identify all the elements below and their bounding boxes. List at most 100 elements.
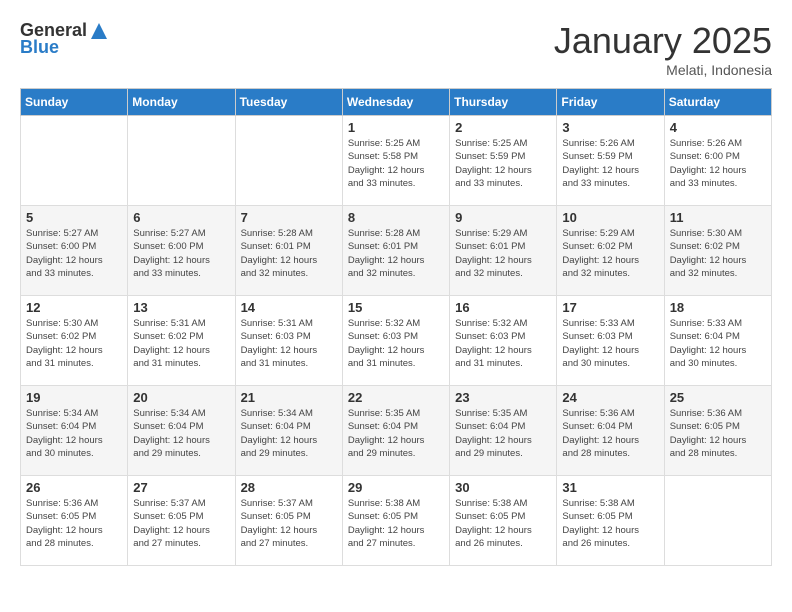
calendar-cell: 3 Sunrise: 5:26 AM Sunset: 5:59 PM Daylig…	[557, 116, 664, 206]
calendar-cell: 15 Sunrise: 5:32 AM Sunset: 6:03 PM Dayli…	[342, 296, 449, 386]
day-number: 15	[348, 300, 444, 315]
calendar-cell: 25Sunrise: 5:36 AM Sunset: 6:05 PM Dayli…	[664, 386, 771, 476]
day-number: 4	[670, 120, 766, 135]
calendar-cell: 1Sunrise: 5:25 AM Sunset: 5:58 PM Daylig…	[342, 116, 449, 206]
calendar-week-row: 1Sunrise: 5:25 AM Sunset: 5:58 PM Daylig…	[21, 116, 772, 206]
day-info: Sunrise: 5:28 AM Sunset: 6:01 PM Dayligh…	[348, 227, 444, 280]
day-info: Sunrise: 5:28 AM Sunset: 6:01 PM Dayligh…	[241, 227, 337, 280]
day-info: Sunrise: 5:32 AM Sunset: 6:03 PM Dayligh…	[348, 317, 444, 370]
day-number: 12	[26, 300, 122, 315]
weekday-header-thursday: Thursday	[450, 89, 557, 116]
calendar-cell: 29 Sunrise: 5:38 AM Sunset: 6:05 PM Dayli…	[342, 476, 449, 566]
day-number: 5	[26, 210, 122, 225]
calendar-cell: 13 Sunrise: 5:31 AM Sunset: 6:02 PM Dayli…	[128, 296, 235, 386]
page-header: General Blue January 2025 Melati, Indone…	[20, 20, 772, 78]
day-info: Sunrise: 5:38 AM Sunset: 6:05 PM Dayligh…	[455, 497, 551, 550]
day-info: Sunrise: 5:29 AM Sunset: 6:01 PM Dayligh…	[455, 227, 551, 280]
calendar-cell: 23 Sunrise: 5:35 AM Sunset: 6:04 PM Dayli…	[450, 386, 557, 476]
calendar-cell: 4 Sunrise: 5:26 AM Sunset: 6:00 PM Daylig…	[664, 116, 771, 206]
calendar-cell: 18Sunrise: 5:33 AM Sunset: 6:04 PM Dayli…	[664, 296, 771, 386]
calendar-cell	[21, 116, 128, 206]
day-info: Sunrise: 5:26 AM Sunset: 5:59 PM Dayligh…	[562, 137, 658, 190]
calendar-cell: 20 Sunrise: 5:34 AM Sunset: 6:04 PM Dayli…	[128, 386, 235, 476]
day-number: 18	[670, 300, 766, 315]
weekday-header-tuesday: Tuesday	[235, 89, 342, 116]
day-number: 6	[133, 210, 229, 225]
day-info: Sunrise: 5:31 AM Sunset: 6:03 PM Dayligh…	[241, 317, 337, 370]
day-info: Sunrise: 5:27 AM Sunset: 6:00 PM Dayligh…	[26, 227, 122, 280]
calendar-table: SundayMondayTuesdayWednesdayThursdayFrid…	[20, 88, 772, 566]
day-number: 9	[455, 210, 551, 225]
day-number: 2	[455, 120, 551, 135]
calendar-cell: 14 Sunrise: 5:31 AM Sunset: 6:03 PM Dayli…	[235, 296, 342, 386]
weekday-header-row: SundayMondayTuesdayWednesdayThursdayFrid…	[21, 89, 772, 116]
day-info: Sunrise: 5:27 AM Sunset: 6:00 PM Dayligh…	[133, 227, 229, 280]
day-info: Sunrise: 5:25 AM Sunset: 5:59 PM Dayligh…	[455, 137, 551, 190]
day-info: Sunrise: 5:30 AM Sunset: 6:02 PM Dayligh…	[26, 317, 122, 370]
calendar-cell: 30 Sunrise: 5:38 AM Sunset: 6:05 PM Dayli…	[450, 476, 557, 566]
day-info: Sunrise: 5:29 AM Sunset: 6:02 PM Dayligh…	[562, 227, 658, 280]
calendar-cell	[664, 476, 771, 566]
calendar-cell	[235, 116, 342, 206]
location-subtitle: Melati, Indonesia	[554, 62, 772, 78]
day-number: 10	[562, 210, 658, 225]
calendar-cell: 11Sunrise: 5:30 AM Sunset: 6:02 PM Dayli…	[664, 206, 771, 296]
day-info: Sunrise: 5:33 AM Sunset: 6:03 PM Dayligh…	[562, 317, 658, 370]
logo-icon	[89, 21, 109, 41]
weekday-header-sunday: Sunday	[21, 89, 128, 116]
calendar-cell: 28 Sunrise: 5:37 AM Sunset: 6:05 PM Dayli…	[235, 476, 342, 566]
day-number: 7	[241, 210, 337, 225]
calendar-cell: 8Sunrise: 5:28 AM Sunset: 6:01 PM Daylig…	[342, 206, 449, 296]
weekday-header-friday: Friday	[557, 89, 664, 116]
day-info: Sunrise: 5:31 AM Sunset: 6:02 PM Dayligh…	[133, 317, 229, 370]
day-number: 13	[133, 300, 229, 315]
day-info: Sunrise: 5:26 AM Sunset: 6:00 PM Dayligh…	[670, 137, 766, 190]
day-number: 1	[348, 120, 444, 135]
calendar-cell: 21Sunrise: 5:34 AM Sunset: 6:04 PM Dayli…	[235, 386, 342, 476]
day-info: Sunrise: 5:35 AM Sunset: 6:04 PM Dayligh…	[455, 407, 551, 460]
calendar-cell: 16 Sunrise: 5:32 AM Sunset: 6:03 PM Dayli…	[450, 296, 557, 386]
day-info: Sunrise: 5:36 AM Sunset: 6:05 PM Dayligh…	[26, 497, 122, 550]
weekday-header-saturday: Saturday	[664, 89, 771, 116]
weekday-header-monday: Monday	[128, 89, 235, 116]
weekday-header-wednesday: Wednesday	[342, 89, 449, 116]
day-info: Sunrise: 5:32 AM Sunset: 6:03 PM Dayligh…	[455, 317, 551, 370]
calendar-cell: 27 Sunrise: 5:37 AM Sunset: 6:05 PM Dayli…	[128, 476, 235, 566]
day-number: 3	[562, 120, 658, 135]
day-number: 30	[455, 480, 551, 495]
day-number: 17	[562, 300, 658, 315]
calendar-cell: 10 Sunrise: 5:29 AM Sunset: 6:02 PM Dayli…	[557, 206, 664, 296]
day-number: 16	[455, 300, 551, 315]
month-title: January 2025	[554, 20, 772, 62]
calendar-cell: 24 Sunrise: 5:36 AM Sunset: 6:04 PM Dayli…	[557, 386, 664, 476]
day-number: 28	[241, 480, 337, 495]
calendar-week-row: 12 Sunrise: 5:30 AM Sunset: 6:02 PM Dayli…	[21, 296, 772, 386]
day-number: 26	[26, 480, 122, 495]
day-info: Sunrise: 5:37 AM Sunset: 6:05 PM Dayligh…	[133, 497, 229, 550]
day-number: 27	[133, 480, 229, 495]
day-number: 11	[670, 210, 766, 225]
day-number: 29	[348, 480, 444, 495]
day-info: Sunrise: 5:34 AM Sunset: 6:04 PM Dayligh…	[241, 407, 337, 460]
day-info: Sunrise: 5:34 AM Sunset: 6:04 PM Dayligh…	[133, 407, 229, 460]
day-info: Sunrise: 5:37 AM Sunset: 6:05 PM Dayligh…	[241, 497, 337, 550]
day-info: Sunrise: 5:38 AM Sunset: 6:05 PM Dayligh…	[348, 497, 444, 550]
day-number: 23	[455, 390, 551, 405]
calendar-cell: 2 Sunrise: 5:25 AM Sunset: 5:59 PM Daylig…	[450, 116, 557, 206]
calendar-cell: 26 Sunrise: 5:36 AM Sunset: 6:05 PM Dayli…	[21, 476, 128, 566]
calendar-cell: 17 Sunrise: 5:33 AM Sunset: 6:03 PM Dayli…	[557, 296, 664, 386]
calendar-cell: 19Sunrise: 5:34 AM Sunset: 6:04 PM Dayli…	[21, 386, 128, 476]
day-info: Sunrise: 5:35 AM Sunset: 6:04 PM Dayligh…	[348, 407, 444, 460]
day-number: 24	[562, 390, 658, 405]
calendar-cell: 22Sunrise: 5:35 AM Sunset: 6:04 PM Dayli…	[342, 386, 449, 476]
calendar-cell: 7 Sunrise: 5:28 AM Sunset: 6:01 PM Daylig…	[235, 206, 342, 296]
day-number: 14	[241, 300, 337, 315]
day-number: 31	[562, 480, 658, 495]
calendar-cell: 6 Sunrise: 5:27 AM Sunset: 6:00 PM Daylig…	[128, 206, 235, 296]
day-info: Sunrise: 5:36 AM Sunset: 6:05 PM Dayligh…	[670, 407, 766, 460]
day-number: 20	[133, 390, 229, 405]
day-info: Sunrise: 5:36 AM Sunset: 6:04 PM Dayligh…	[562, 407, 658, 460]
day-info: Sunrise: 5:38 AM Sunset: 6:05 PM Dayligh…	[562, 497, 658, 550]
calendar-week-row: 5 Sunrise: 5:27 AM Sunset: 6:00 PM Daylig…	[21, 206, 772, 296]
day-number: 19	[26, 390, 122, 405]
